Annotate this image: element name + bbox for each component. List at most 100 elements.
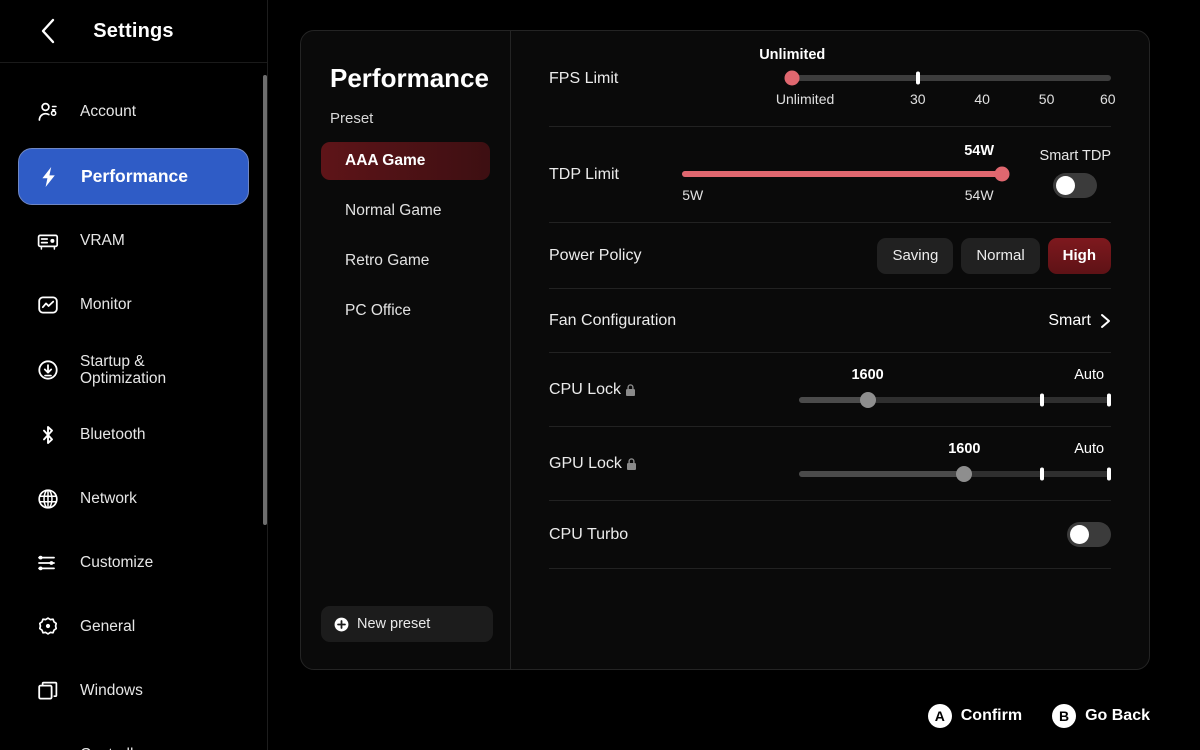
- page-title: Performance: [330, 63, 489, 93]
- row-fps-limit: FPS Limit Unlimited Unlimited 30 40 50 6…: [549, 31, 1116, 127]
- sidebar-item-general[interactable]: General: [18, 605, 249, 649]
- sidebar-item-label: Network: [80, 490, 137, 508]
- fps-limit-slider[interactable]: Unlimited Unlimited 30 40 50 60: [759, 47, 1115, 111]
- cpu-lock-slider[interactable]: 1600 Auto: [799, 366, 1112, 413]
- cpu-lock-control: 1600 Auto: [799, 366, 1112, 413]
- sidebar-item-vram[interactable]: VRAM: [18, 219, 249, 263]
- tdp-min-label: 5W: [682, 186, 704, 203]
- segment-label: High: [1062, 247, 1096, 264]
- monitor-icon: [35, 292, 61, 318]
- sidebar-item-bluetooth[interactable]: Bluetooth: [18, 413, 249, 457]
- sidebar-scrollbar[interactable]: [263, 75, 267, 525]
- gpu-lock-slider[interactable]: 1600 Auto: [799, 440, 1112, 487]
- vram-icon: [35, 228, 61, 254]
- settings-list: FPS Limit Unlimited Unlimited 30 40 50 6…: [511, 31, 1149, 669]
- gpu-lock-value: 1600: [948, 440, 981, 457]
- preset-item-pc-office[interactable]: PC Office: [321, 292, 490, 330]
- fan-configuration-control[interactable]: Smart: [1048, 312, 1111, 330]
- gpu-lock-text: GPU Lock: [549, 454, 622, 472]
- slider-tick: [1107, 393, 1112, 406]
- sidebar-item-windows[interactable]: Windows: [18, 669, 249, 713]
- sidebar-item-performance[interactable]: Performance: [18, 148, 249, 205]
- gpu-lock-label: GPU Lock: [549, 455, 638, 473]
- power-policy-segmented: Saving Normal High: [877, 237, 1111, 274]
- confirm-label: Confirm: [960, 707, 1023, 724]
- lock-icon: [625, 457, 638, 471]
- slider-fill: [681, 170, 1002, 177]
- cpu-lock-value: 1600: [851, 366, 884, 383]
- sidebar-item-network[interactable]: Network: [18, 477, 249, 521]
- button-b-badge: B: [1052, 704, 1077, 728]
- sidebar-item-label: Account: [80, 103, 137, 121]
- sidebar-item-label: Performance: [81, 165, 188, 186]
- sliders-icon: [35, 550, 61, 576]
- row-gpu-lock: GPU Lock 1600 Auto: [549, 427, 1112, 501]
- tdp-max-label: 54W: [964, 186, 994, 203]
- sidebar-header: Settings: [0, 0, 267, 63]
- sidebar-item-account[interactable]: Account: [18, 90, 249, 134]
- fps-limit-value: Unlimited: [759, 46, 826, 63]
- fps-scale-label: 40: [974, 90, 990, 107]
- confirm-action[interactable]: A Confirm: [927, 704, 1023, 728]
- preset-item-normal-game[interactable]: Normal Game: [321, 192, 490, 230]
- row-cpu-lock: CPU Lock 1600 Auto: [549, 353, 1112, 427]
- preset-item-label: Normal Game: [345, 202, 442, 219]
- sidebar-item-customize[interactable]: Customize: [18, 541, 249, 585]
- fps-scale-label: 50: [1038, 90, 1055, 107]
- gpu-lock-auto-label: Auto: [1074, 440, 1105, 457]
- slider-tick: [1040, 467, 1045, 480]
- gear-icon: [35, 614, 61, 640]
- sidebar-item-label: General: [80, 618, 136, 636]
- slider-thumb[interactable]: [956, 465, 973, 482]
- cpu-lock-label: CPU Lock: [549, 381, 637, 399]
- settings-app: Settings Account Performance VRAM Monito…: [0, 0, 1200, 750]
- row-tdp-limit: TDP Limit 54W 5W 54W Smart TDP: [549, 127, 1111, 223]
- segment-label: Saving: [892, 247, 939, 264]
- go-back-action[interactable]: B Go Back: [1052, 704, 1150, 728]
- lock-icon: [624, 383, 637, 397]
- sidebar-item-controller[interactable]: Controller: [18, 733, 249, 750]
- sidebar-item-label: Monitor: [80, 296, 132, 314]
- back-button[interactable]: [26, 9, 70, 53]
- slider-thumb[interactable]: [784, 70, 800, 85]
- tdp-limit-control: 54W 5W 54W Smart TDP: [681, 143, 1111, 207]
- sidebar-item-startup-optimization[interactable]: Startup & Optimization: [18, 347, 249, 393]
- power-policy-saving-button[interactable]: Saving: [877, 237, 954, 274]
- smart-tdp-toggle[interactable]: [1053, 172, 1098, 198]
- chevron-right-icon: [1100, 313, 1111, 329]
- slider-tick: [1107, 467, 1112, 480]
- slider-tick: [915, 71, 920, 84]
- account-icon: [35, 99, 61, 125]
- smart-tdp-control: Smart TDP: [1040, 148, 1111, 198]
- cpu-turbo-label: CPU Turbo: [549, 525, 629, 543]
- slider-thumb[interactable]: [859, 391, 876, 408]
- fan-configuration-value: Smart: [1048, 311, 1091, 329]
- power-policy-high-button[interactable]: High: [1047, 237, 1111, 274]
- sidebar-item-monitor[interactable]: Monitor: [18, 283, 249, 327]
- preset-item-retro-game[interactable]: Retro Game: [321, 242, 490, 280]
- fps-scale-label: Unlimited: [775, 90, 835, 107]
- row-power-policy: Power Policy Saving Normal High: [549, 223, 1111, 289]
- new-preset-button[interactable]: New preset: [321, 606, 493, 642]
- toggle-knob: [1070, 525, 1089, 544]
- slider-thumb[interactable]: [994, 166, 1010, 181]
- smart-tdp-label: Smart TDP: [1039, 147, 1111, 164]
- cpu-turbo-toggle[interactable]: [1067, 522, 1111, 547]
- new-preset-label: New preset: [357, 616, 431, 632]
- controller-icon: [35, 742, 61, 750]
- globe-icon: [35, 486, 61, 512]
- sidebar: Settings Account Performance VRAM Monito…: [0, 0, 268, 750]
- power-policy-label: Power Policy: [549, 246, 642, 264]
- row-fan-configuration[interactable]: Fan Configuration Smart: [549, 289, 1111, 353]
- preset-item-label: Retro Game: [345, 252, 430, 269]
- tdp-limit-slider[interactable]: 54W 5W 54W: [681, 143, 1010, 207]
- bolt-icon: [36, 164, 62, 190]
- bluetooth-icon: [35, 422, 61, 448]
- power-policy-normal-button[interactable]: Normal: [961, 237, 1040, 274]
- sidebar-item-label: Startup & Optimization: [80, 352, 167, 387]
- bottom-action-bar: A Confirm B Go Back: [927, 704, 1150, 728]
- sidebar-item-label: Bluetooth: [80, 426, 146, 444]
- fps-limit-control: Unlimited Unlimited 30 40 50 60: [759, 47, 1115, 111]
- chevron-left-icon: [41, 18, 55, 44]
- preset-item-aaa-game[interactable]: AAA Game: [321, 142, 490, 180]
